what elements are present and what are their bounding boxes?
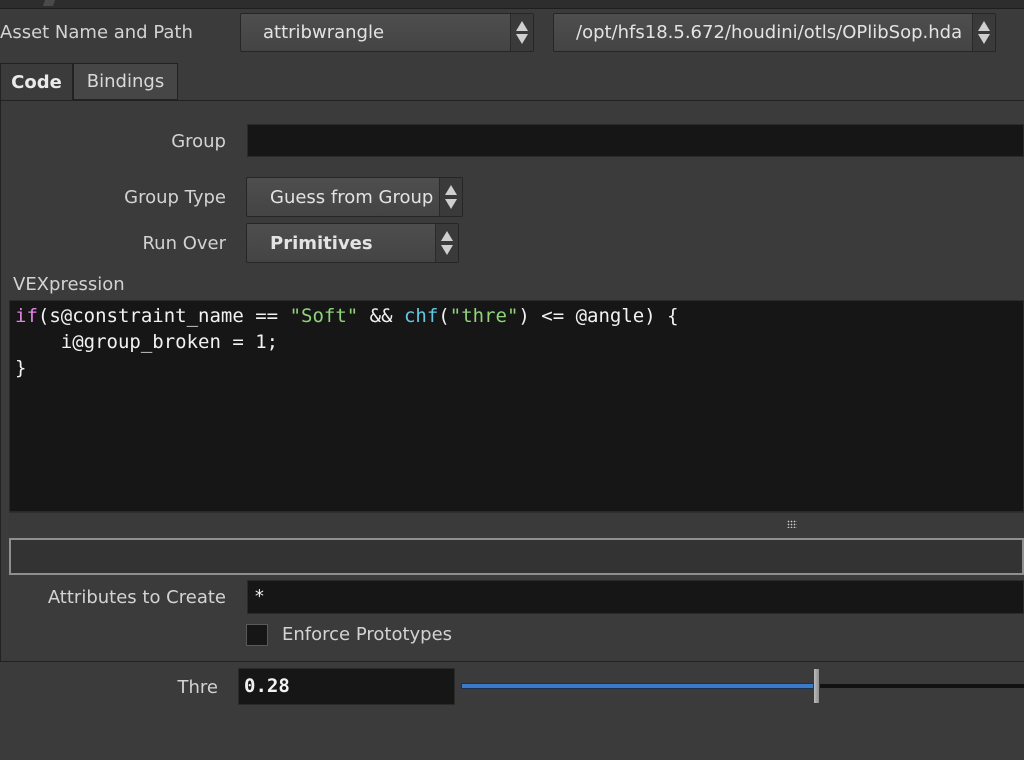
- thre-input[interactable]: 0.28: [238, 668, 455, 705]
- group-type-label: Group Type: [124, 187, 226, 208]
- updown-arrows-icon: [510, 14, 533, 51]
- run-over-label: Run Over: [142, 233, 226, 254]
- editor-resize-bar[interactable]: [9, 512, 1024, 537]
- group-type-menu[interactable]: Guess from Group: [246, 177, 463, 217]
- asset-path-value: /opt/hfs18.5.672/houdini/otls/OPlibSop.h…: [576, 22, 963, 43]
- panel-divider: [0, 100, 1024, 101]
- tab-bindings[interactable]: Bindings: [73, 63, 178, 100]
- asset-name-value: attribwrangle: [263, 22, 385, 43]
- asset-label: Asset Name and Path: [0, 22, 193, 43]
- run-over-menu[interactable]: Primitives: [246, 223, 459, 263]
- thre-slider-handle[interactable]: [813, 668, 820, 704]
- updown-arrows-icon: [435, 224, 458, 262]
- vex-label: VEXpression: [13, 274, 125, 295]
- attributes-label: Attributes to Create: [47, 587, 226, 608]
- top-strip: [0, 0, 1024, 9]
- asset-name-menu[interactable]: attribwrangle: [240, 13, 534, 52]
- code-line-3: }: [15, 357, 27, 379]
- panel-bottom-border: [0, 661, 1024, 662]
- run-over-value: Primitives: [270, 232, 373, 254]
- updown-arrows-icon: [972, 14, 995, 51]
- group-label: Group: [171, 131, 226, 152]
- attributes-input[interactable]: *: [247, 580, 1024, 614]
- thre-slider-fill: [462, 684, 816, 688]
- message-field: [9, 538, 1024, 575]
- asset-path-menu[interactable]: /opt/hfs18.5.672/houdini/otls/OPlibSop.h…: [553, 13, 996, 52]
- code-line-2: i@group_broken = 1;: [15, 331, 279, 353]
- tab-code[interactable]: Code: [0, 63, 73, 100]
- group-input[interactable]: [247, 124, 1024, 157]
- enforce-prototypes-label: Enforce Prototypes: [282, 624, 453, 645]
- thre-label: Thre: [177, 677, 218, 698]
- code-line-1: if(s@constraint_name == "Soft" && chf("t…: [15, 305, 679, 327]
- vex-code-editor[interactable]: if(s@constraint_name == "Soft" && chf("t…: [9, 300, 1024, 512]
- enforce-prototypes-checkbox[interactable]: [246, 624, 268, 646]
- updown-arrows-icon: [439, 178, 462, 216]
- group-type-value: Guess from Group: [270, 186, 434, 208]
- grip-icon[interactable]: [787, 520, 797, 528]
